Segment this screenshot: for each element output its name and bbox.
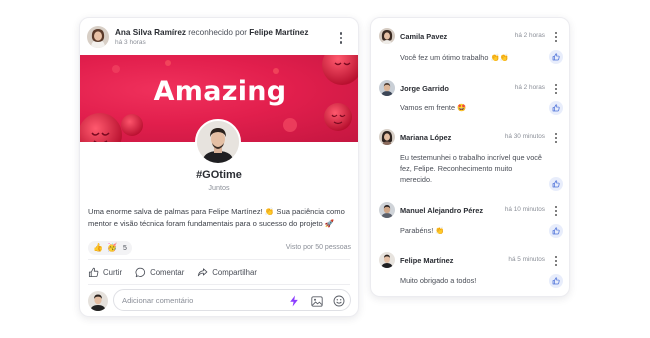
comment-time: há 2 horas (514, 32, 545, 39)
thumbs-up-icon (552, 180, 560, 188)
comment-item: Camila Pavez há 2 horas Você fez um ótim… (371, 28, 571, 70)
author-name[interactable]: Ana Silva Ramírez (115, 28, 186, 37)
post-more-options-icon[interactable] (336, 31, 346, 45)
comment-more-options-icon[interactable] (551, 82, 561, 96)
post-time: há 3 horas (115, 39, 146, 46)
thumbs-up-icon (88, 267, 99, 277)
comment-like-button[interactable] (549, 224, 563, 238)
comment-time: há 10 minutos (504, 206, 545, 213)
lightning-icon[interactable] (287, 294, 301, 308)
comment-item: Jorge Garrido há 2 horas Vamos em frente… (371, 80, 571, 122)
commenter-name[interactable]: Manuel Alejandro Pérez (400, 206, 483, 215)
reactions-summary[interactable]: 👍 🥳 5 (88, 241, 132, 255)
comment-input-container (113, 289, 351, 311)
banner-title: Amazing (153, 76, 287, 107)
recognizer-name[interactable]: Felipe Martínez (249, 28, 308, 37)
post-header: Ana Silva Ramírez reconhecido por Felipe… (87, 26, 350, 50)
comment-more-options-icon[interactable] (551, 254, 561, 268)
commenter-avatar[interactable] (379, 252, 395, 268)
commenter-name[interactable]: Jorge Garrido (400, 84, 449, 93)
views-count[interactable]: Visto por 50 pessoas (286, 244, 351, 251)
badge-title: #GOtime (196, 169, 242, 181)
post-actions: Curtir Comentar Compartilhar (88, 265, 270, 279)
thumbs-up-reaction: 👍 (93, 243, 103, 252)
comment-text: Muito obrigado a todos! (400, 276, 477, 285)
share-button[interactable]: Compartilhar (197, 267, 257, 278)
recognized-person-photo[interactable] (195, 119, 241, 165)
party-reaction: 🥳 (106, 243, 117, 252)
comment-text: Vamos em frente 🤩 (400, 103, 467, 112)
image-icon[interactable] (310, 294, 324, 308)
like-label: Curtir (103, 267, 123, 277)
commenter-avatar[interactable] (379, 28, 395, 44)
comment-input[interactable] (122, 293, 282, 308)
thumbs-up-icon (552, 227, 560, 235)
divider (88, 259, 350, 260)
post-message: Uma enorme salva de palmas para Felipe M… (88, 207, 345, 228)
commenter-avatar[interactable] (379, 129, 395, 145)
like-button[interactable]: Curtir (88, 267, 122, 278)
comment-more-options-icon[interactable] (551, 204, 561, 218)
comment-like-button[interactable] (549, 177, 563, 191)
share-label: Compartilhar (212, 267, 257, 277)
comment-like-button[interactable] (549, 101, 563, 115)
commenter-name[interactable]: Camila Pavez (400, 32, 447, 41)
recognized-text: reconhecido por (188, 28, 247, 37)
comment-like-button[interactable] (549, 274, 563, 288)
emoji-smile-icon[interactable] (332, 294, 346, 308)
current-user-avatar (88, 291, 108, 311)
comment-text: Parabéns! 👏 (400, 226, 445, 235)
comment-item: Manuel Alejandro Pérez há 10 minutos Par… (371, 202, 571, 244)
commenter-name[interactable]: Felipe Martínez (400, 256, 453, 265)
thumbs-up-icon (552, 104, 560, 112)
comment-bubble-icon (135, 267, 146, 277)
thumbs-up-icon (552, 277, 560, 285)
comment-text: Você fez um ótimo trabalho 👏👏 (400, 53, 509, 62)
commenter-avatar[interactable] (379, 202, 395, 218)
comment-time: há 5 minutos (508, 256, 545, 263)
comment-like-button[interactable] (549, 50, 563, 64)
comment-item: Felipe Martínez há 5 minutos Muito obrig… (371, 252, 571, 294)
divider (88, 284, 350, 285)
comments-panel: Camila Pavez há 2 horas Você fez um ótim… (370, 17, 570, 297)
comment-time: há 30 minutos (504, 133, 545, 140)
commenter-avatar[interactable] (379, 80, 395, 96)
comment-more-options-icon[interactable] (551, 30, 561, 44)
comment-more-options-icon[interactable] (551, 131, 561, 145)
comment-label: Comentar (150, 267, 185, 277)
share-arrow-icon (198, 267, 208, 276)
commenter-name[interactable]: Mariana López (400, 133, 451, 142)
comment-item: Mariana López há 30 minutos Eu testemunh… (371, 129, 571, 199)
comment-text: Eu testemunhei o trabalho incrível que v… (400, 153, 542, 184)
reaction-count: 5 (122, 244, 127, 252)
comment-time: há 2 horas (514, 84, 545, 91)
badge-subtitle: Juntos (208, 183, 230, 192)
thumbs-up-icon (552, 53, 560, 61)
comment-button[interactable]: Comentar (135, 267, 184, 278)
recognition-post-card: Ana Silva Ramírez reconhecido por Felipe… (79, 17, 359, 317)
author-avatar[interactable] (87, 26, 109, 48)
post-title-line: Ana Silva Ramírez reconhecido por Felipe… (115, 28, 308, 37)
